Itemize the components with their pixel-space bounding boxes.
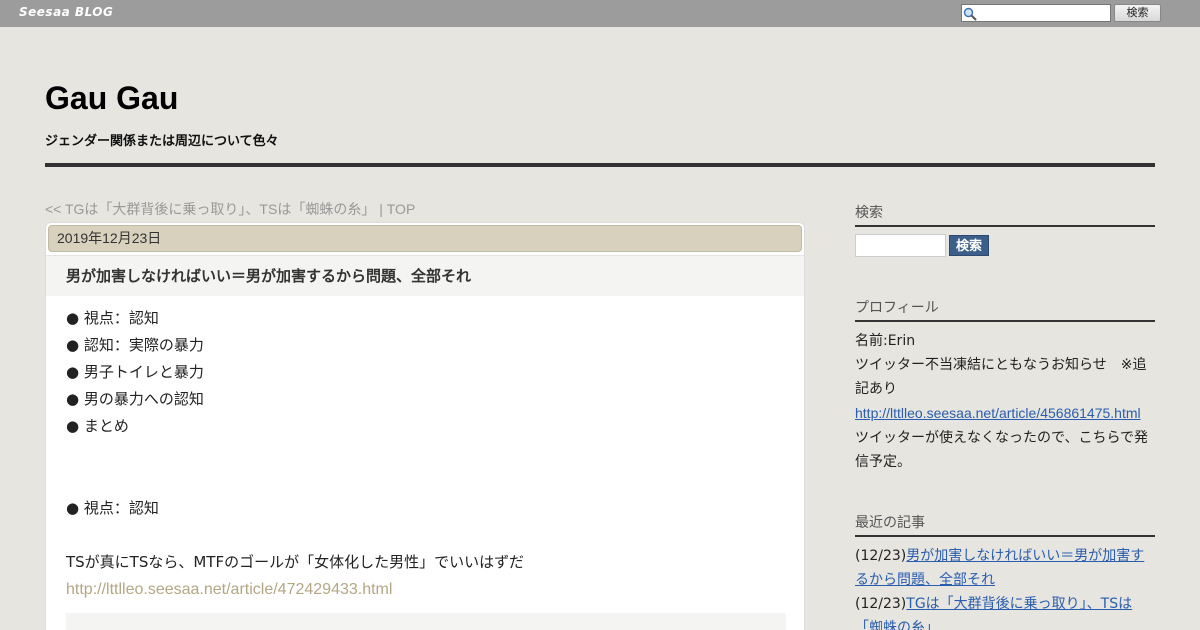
sidebar-search-input[interactable]	[855, 234, 946, 257]
sidebar-profile: 名前:Erin ツイッター不当凍結にともなうお知らせ ※追記あり http://…	[855, 329, 1155, 474]
blog-description: ジェンダー関係または周辺について色々	[45, 134, 279, 149]
prev-entry-link[interactable]: << TGは「大群背後に乗っ取り」、TSは「蜘蛛の糸」	[45, 201, 375, 217]
section-heading: ● 視点：認知	[66, 499, 159, 517]
top-bar: Seesaa BLOG 検索	[0, 0, 1200, 27]
toc-item[interactable]: ● まとめ	[66, 413, 786, 440]
sidebar-search-heading: 検索	[855, 202, 1155, 227]
article: 2019年12月23日 男が加害しなければいい＝男が加害するから問題、全部それ …	[45, 222, 805, 630]
blog-title[interactable]: Gau Gau	[45, 80, 178, 117]
recent-item-date: (12/23)	[855, 596, 907, 612]
entry-paragraph: TSが真にTSなら、MTFのゴールが「女体化した男性」でいいはずだ http:/…	[66, 549, 786, 603]
profile-name: 名前:Erin	[855, 333, 916, 349]
header-divider	[45, 163, 1155, 167]
recent-item-date: (12/23)	[855, 548, 907, 564]
nav-separator: |	[375, 201, 387, 217]
toc-item[interactable]: ● 男子トイレと暴力	[66, 359, 786, 386]
recent-item: (12/23)TGは「大群背後に乗っ取り」、TSは「蜘蛛の糸」	[855, 592, 1155, 630]
recent-item: (12/23)男が加害しなければいい＝男が加害するから問題、全部それ	[855, 544, 1155, 592]
seesaa-logo[interactable]: Seesaa BLOG	[19, 5, 113, 19]
entry-title[interactable]: 男が加害しなければいい＝男が加害するから問題、全部それ	[66, 265, 471, 286]
profile-link[interactable]: http://lttlleo.seesaa.net/article/456861…	[855, 405, 1141, 421]
paragraph-link[interactable]: http://lttlleo.seesaa.net/article/472429…	[66, 576, 786, 603]
top-link[interactable]: TOP	[387, 201, 416, 217]
toc-item[interactable]: ● 視点：認知	[66, 305, 786, 332]
top-search-box[interactable]	[961, 4, 1111, 22]
entry-title-bar: 男が加害しなければいい＝男が加害するから問題、全部それ	[46, 255, 804, 296]
entry-date: 2019年12月23日	[48, 225, 802, 252]
entry-section: ● 視点：認知	[66, 495, 786, 522]
sidebar-recent-list: (12/23)男が加害しなければいい＝男が加害するから問題、全部それ (12/2…	[855, 544, 1155, 630]
profile-note: ツイッターが使えなくなったので、こちらで発信予定。	[855, 430, 1149, 470]
top-search-button[interactable]: 検索	[1114, 4, 1161, 22]
sidebar-profile-heading: プロフィール	[855, 297, 1155, 322]
paragraph-text: TSが真にTSなら、MTFのゴールが「女体化した男性」でいいはずだ	[66, 553, 524, 571]
entry-body: ● 視点：認知 ● 認知：実際の暴力 ● 男子トイレと暴力 ● 男の暴力への認知…	[66, 305, 786, 440]
toc-item[interactable]: ● 認知：実際の暴力	[66, 332, 786, 359]
profile-notice: ツイッター不当凍結にともなうお知らせ ※追記あり	[855, 357, 1147, 397]
toc-item[interactable]: ● 男の暴力への認知	[66, 386, 786, 413]
top-search-input[interactable]	[978, 5, 1110, 21]
sidebar-search-button[interactable]: 検索	[949, 235, 989, 256]
sidebar-recent-heading: 最近の記事	[855, 512, 1155, 537]
entry-nav: << TGは「大群背後に乗っ取り」、TSは「蜘蛛の糸」 | TOP	[45, 199, 415, 219]
quote-box	[66, 613, 786, 630]
magnifier-icon	[963, 6, 977, 21]
